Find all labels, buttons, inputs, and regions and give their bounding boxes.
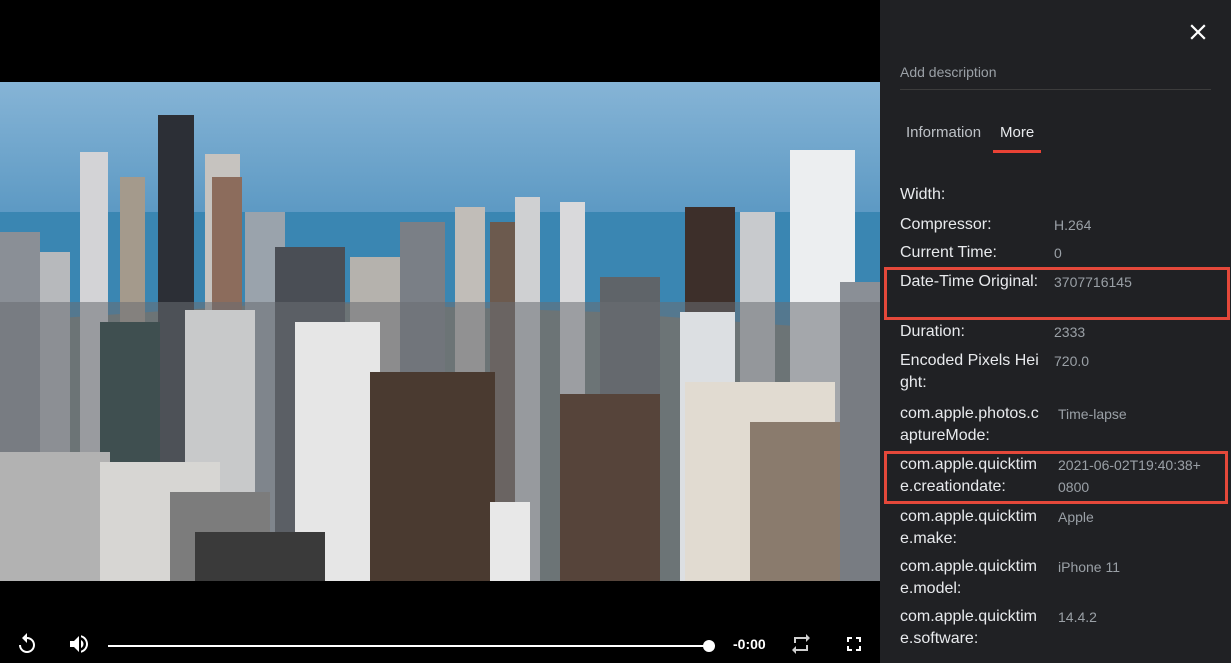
tab-more[interactable]: More <box>993 124 1042 153</box>
info-panel: Information More Width: Compressor: H.26… <box>880 0 1231 663</box>
property-key: Encoded Pixels Height: <box>900 352 1039 391</box>
volume-icon <box>70 635 88 653</box>
property-key: com.apple.quicktime.make: <box>900 508 1037 547</box>
seek-handle[interactable] <box>703 640 715 652</box>
property-value: 720.0 <box>1054 353 1090 369</box>
fullscreen-button[interactable] <box>842 632 866 656</box>
close-icon <box>1190 24 1206 40</box>
tab-information[interactable]: Information <box>906 124 981 150</box>
property-key: com.apple.quicktime.model: <box>900 558 1037 597</box>
property-key: Compressor: <box>900 216 992 233</box>
seek-bar[interactable] <box>108 645 710 647</box>
video-frame[interactable] <box>0 82 880 581</box>
highlight-box-creationdate <box>884 451 1228 504</box>
property-value: 2333 <box>1054 324 1086 340</box>
replay-button[interactable] <box>15 632 39 656</box>
replay-icon <box>19 633 35 653</box>
property-value: 0 <box>1054 245 1062 261</box>
property-value: H.264 <box>1054 217 1092 233</box>
time-remaining: -0:00 <box>733 636 766 652</box>
loop-icon <box>792 634 810 654</box>
city-skyline-image <box>0 82 880 581</box>
description-input[interactable] <box>900 60 1211 90</box>
properties-list: Width: Compressor: H.264 Current Time: 0… <box>900 168 1220 663</box>
property-value: iPhone 11 <box>1058 559 1121 575</box>
close-button[interactable] <box>1185 19 1211 45</box>
property-key: Duration: <box>900 323 965 340</box>
property-key: Current Time: <box>900 244 997 261</box>
property-key: com.apple.quicktime.software: <box>900 608 1037 647</box>
property-value: 14.4.2 <box>1058 609 1097 625</box>
fullscreen-icon <box>847 637 861 651</box>
property-key: Width: <box>900 186 946 203</box>
player-controls: -0:00 <box>0 622 880 663</box>
property-value: Time-lapse <box>1058 406 1127 422</box>
property-value: Apple <box>1058 509 1094 525</box>
property-key: com.apple.photos.captureMode: <box>900 405 1039 444</box>
highlight-box-date-time-original <box>884 267 1230 320</box>
volume-button[interactable] <box>67 632 91 656</box>
video-player[interactable]: -0:00 <box>0 0 880 663</box>
loop-button[interactable] <box>789 632 813 656</box>
